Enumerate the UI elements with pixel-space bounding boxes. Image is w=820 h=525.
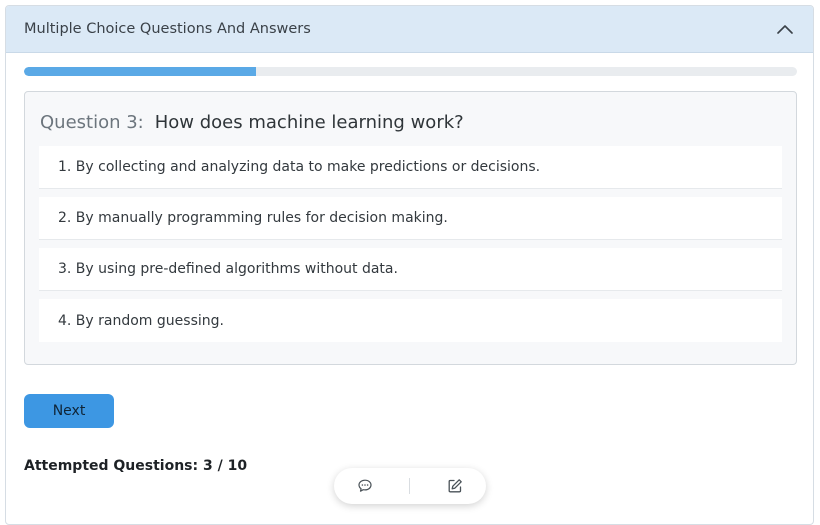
option-1[interactable]: 1. By collecting and analyzing data to m… [39, 146, 782, 189]
question-number: Question 3: [40, 112, 144, 133]
floating-toolbar [334, 468, 486, 504]
question-heading: Question 3: How does machine learning wo… [40, 112, 464, 133]
option-4[interactable]: 4. By random guessing. [39, 299, 782, 342]
options-list: 1. By collecting and analyzing data to m… [39, 146, 782, 342]
option-2[interactable]: 2. By manually programming rules for dec… [39, 197, 782, 240]
question-text: How does machine learning work? [154, 112, 464, 133]
question-card: Question 3: How does machine learning wo… [24, 91, 797, 365]
toolbar-divider [409, 478, 411, 494]
edit-icon[interactable] [437, 472, 473, 500]
attempted-questions-status: Attempted Questions: 3 / 10 [24, 458, 248, 474]
chat-icon[interactable] [347, 472, 383, 500]
next-button[interactable]: Next [24, 394, 114, 428]
mcq-panel: Multiple Choice Questions And Answers Qu… [5, 5, 814, 525]
panel-title: Multiple Choice Questions And Answers [24, 21, 311, 37]
progress-bar-fill [24, 67, 256, 76]
option-3[interactable]: 3. By using pre-defined algorithms witho… [39, 248, 782, 291]
chevron-up-icon[interactable] [775, 19, 795, 39]
progress-bar [24, 67, 797, 76]
panel-header[interactable]: Multiple Choice Questions And Answers [6, 6, 813, 53]
